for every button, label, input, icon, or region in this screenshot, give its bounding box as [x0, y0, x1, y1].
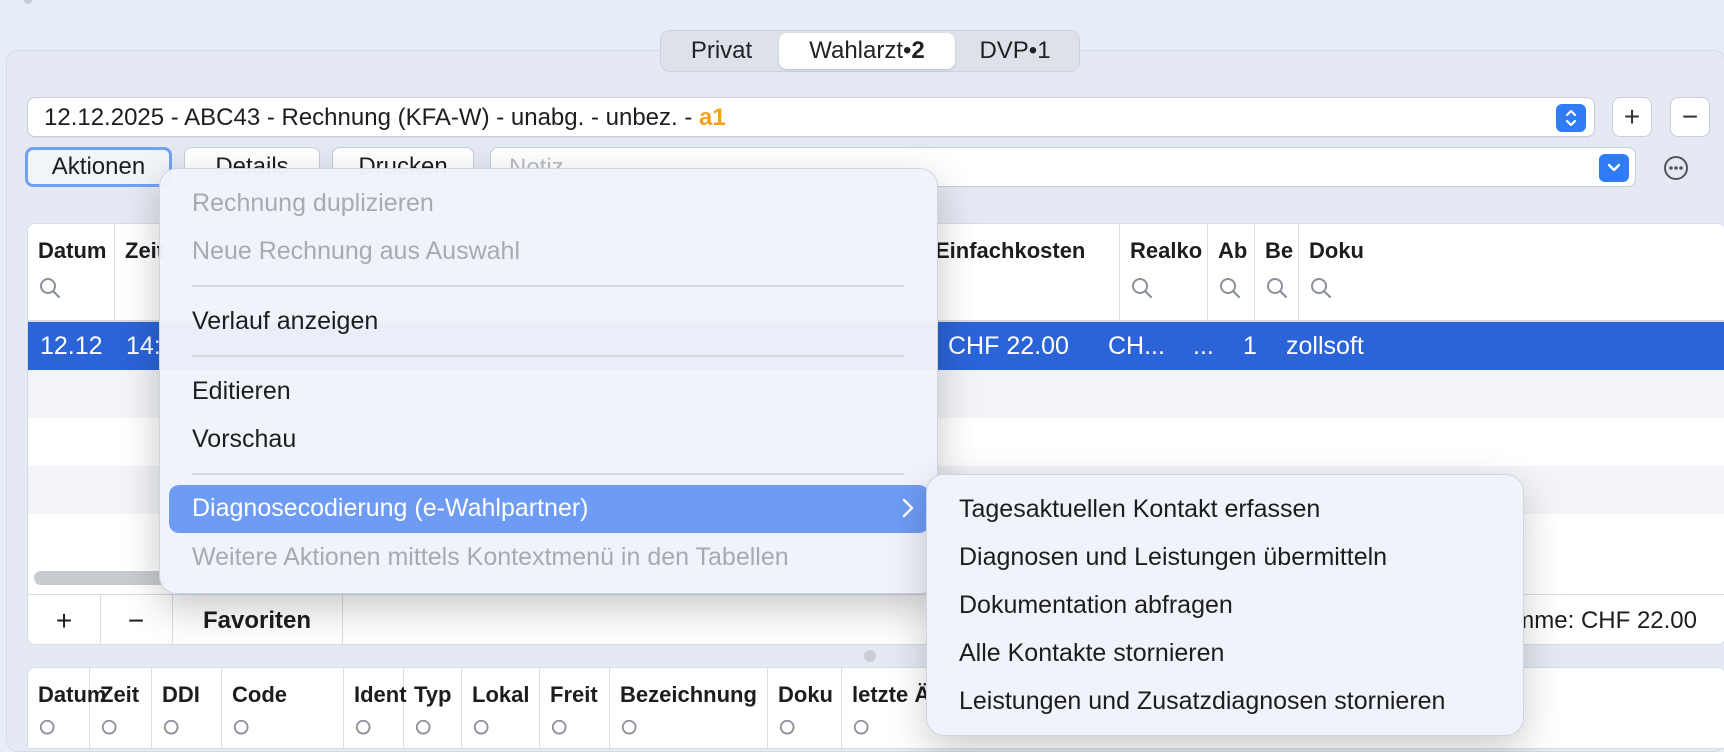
- chevron-updown-icon[interactable]: [1556, 104, 1586, 132]
- invoice-text: 12.12.2025 - ABC43 - Rechnung (KFA-W) - …: [44, 104, 700, 131]
- plus-icon: +: [55, 605, 73, 636]
- col-header-cost[interactable]: Einfachkosten: [935, 224, 1120, 320]
- add-invoice-button[interactable]: +: [1612, 97, 1652, 137]
- menu-item-new-from-selection[interactable]: Neue Rechnung aus Auswahl: [192, 237, 520, 266]
- submenu-item-record-contact[interactable]: Tagesaktuellen Kontakt erfassen: [959, 495, 1320, 524]
- menu-item-duplicate[interactable]: Rechnung duplizieren: [192, 189, 434, 218]
- search-icon[interactable]: [1265, 276, 1289, 300]
- actions-button[interactable]: Aktionen: [25, 147, 172, 187]
- col-header-freit[interactable]: Freit: [540, 668, 610, 748]
- more-options-icon[interactable]: [1662, 154, 1690, 182]
- search-icon[interactable]: [1218, 276, 1242, 300]
- search-icon[interactable]: [38, 276, 62, 300]
- remove-invoice-button[interactable]: −: [1670, 97, 1710, 137]
- window-handle-dot: [24, 0, 32, 4]
- col-header-code[interactable]: Code: [222, 668, 344, 748]
- search-icon[interactable]: [778, 718, 800, 740]
- menu-separator: [192, 285, 904, 287]
- tab-privat[interactable]: Privat: [664, 33, 779, 69]
- favorites-button[interactable]: Favoriten: [172, 595, 343, 644]
- search-icon[interactable]: [852, 718, 874, 740]
- search-icon[interactable]: [162, 718, 184, 740]
- split-view-handle[interactable]: [864, 650, 876, 662]
- remove-row-button[interactable]: −: [100, 595, 173, 644]
- col-header-realko[interactable]: Realko: [1120, 224, 1208, 320]
- actions-menu: Rechnung duplizieren Neue Rechnung aus A…: [159, 168, 938, 594]
- submenu-item-transmit[interactable]: Diagnosen und Leistungen übermitteln: [959, 543, 1387, 572]
- menu-item-preview[interactable]: Vorschau: [192, 425, 296, 454]
- menu-item-show-history[interactable]: Verlauf anzeigen: [192, 307, 378, 336]
- search-icon[interactable]: [414, 718, 436, 740]
- tab-dvp[interactable]: DVP • 1: [955, 33, 1075, 69]
- add-row-button[interactable]: +: [28, 595, 101, 644]
- menu-hint-more-actions: Weitere Aktionen mittels Kontextmenü in …: [192, 543, 789, 571]
- search-icon[interactable]: [550, 718, 572, 740]
- menu-separator: [192, 355, 904, 357]
- col-header-time[interactable]: Zeit: [90, 668, 152, 748]
- menu-item-edit[interactable]: Editieren: [192, 377, 291, 406]
- col-header-ab[interactable]: Ab: [1208, 224, 1255, 320]
- tab-count: 2: [911, 37, 925, 64]
- col-header-be[interactable]: Be: [1255, 224, 1299, 320]
- search-icon[interactable]: [620, 718, 642, 740]
- submenu-item-query-docs[interactable]: Dokumentation abfragen: [959, 591, 1233, 620]
- chevron-right-icon: [902, 498, 914, 518]
- col-header-ident[interactable]: Ident: [344, 668, 407, 748]
- col-header-date[interactable]: Datum: [28, 668, 106, 748]
- search-icon[interactable]: [472, 718, 494, 740]
- submenu-item-cancel-services[interactable]: Leistungen und Zusatzdiagnosen storniere…: [959, 687, 1445, 716]
- diagnosis-coding-submenu: Tagesaktuellen Kontakt erfassen Diagnose…: [926, 474, 1524, 736]
- menu-item-diagnosis-coding[interactable]: Diagnosecodierung (e-Wahlpartner): [169, 485, 929, 533]
- invoice-select[interactable]: 12.12.2025 - ABC43 - Rechnung (KFA-W) - …: [27, 97, 1595, 137]
- search-icon[interactable]: [354, 718, 376, 740]
- search-icon[interactable]: [38, 718, 60, 740]
- plus-icon: +: [1623, 101, 1641, 132]
- submenu-item-cancel-contacts[interactable]: Alle Kontakte stornieren: [959, 639, 1224, 668]
- tab-separator: •: [903, 37, 912, 64]
- col-header-ddi[interactable]: DDI: [152, 668, 222, 748]
- col-header-date[interactable]: Datum: [28, 224, 115, 320]
- col-header-doku[interactable]: Doku: [1299, 224, 1724, 320]
- search-icon[interactable]: [232, 718, 254, 740]
- search-icon[interactable]: [1309, 276, 1333, 300]
- col-header-description[interactable]: Bezeichnung: [610, 668, 768, 748]
- menu-separator: [192, 473, 904, 475]
- search-icon[interactable]: [1130, 276, 1154, 300]
- minus-icon: −: [127, 605, 145, 636]
- col-header-doku[interactable]: Doku: [768, 668, 842, 748]
- minus-icon: −: [1681, 101, 1699, 132]
- col-header-lokal[interactable]: Lokal: [462, 668, 540, 748]
- invoice-tag: a1: [699, 104, 726, 131]
- tab-wahlarzt[interactable]: Wahlarzt • 2: [779, 33, 955, 69]
- invoice-type-tabs: Privat Wahlarzt • 2 DVP • 1: [660, 30, 1080, 72]
- search-icon[interactable]: [100, 718, 122, 740]
- col-header-type[interactable]: Typ: [404, 668, 462, 748]
- chevron-down-icon[interactable]: [1599, 154, 1629, 182]
